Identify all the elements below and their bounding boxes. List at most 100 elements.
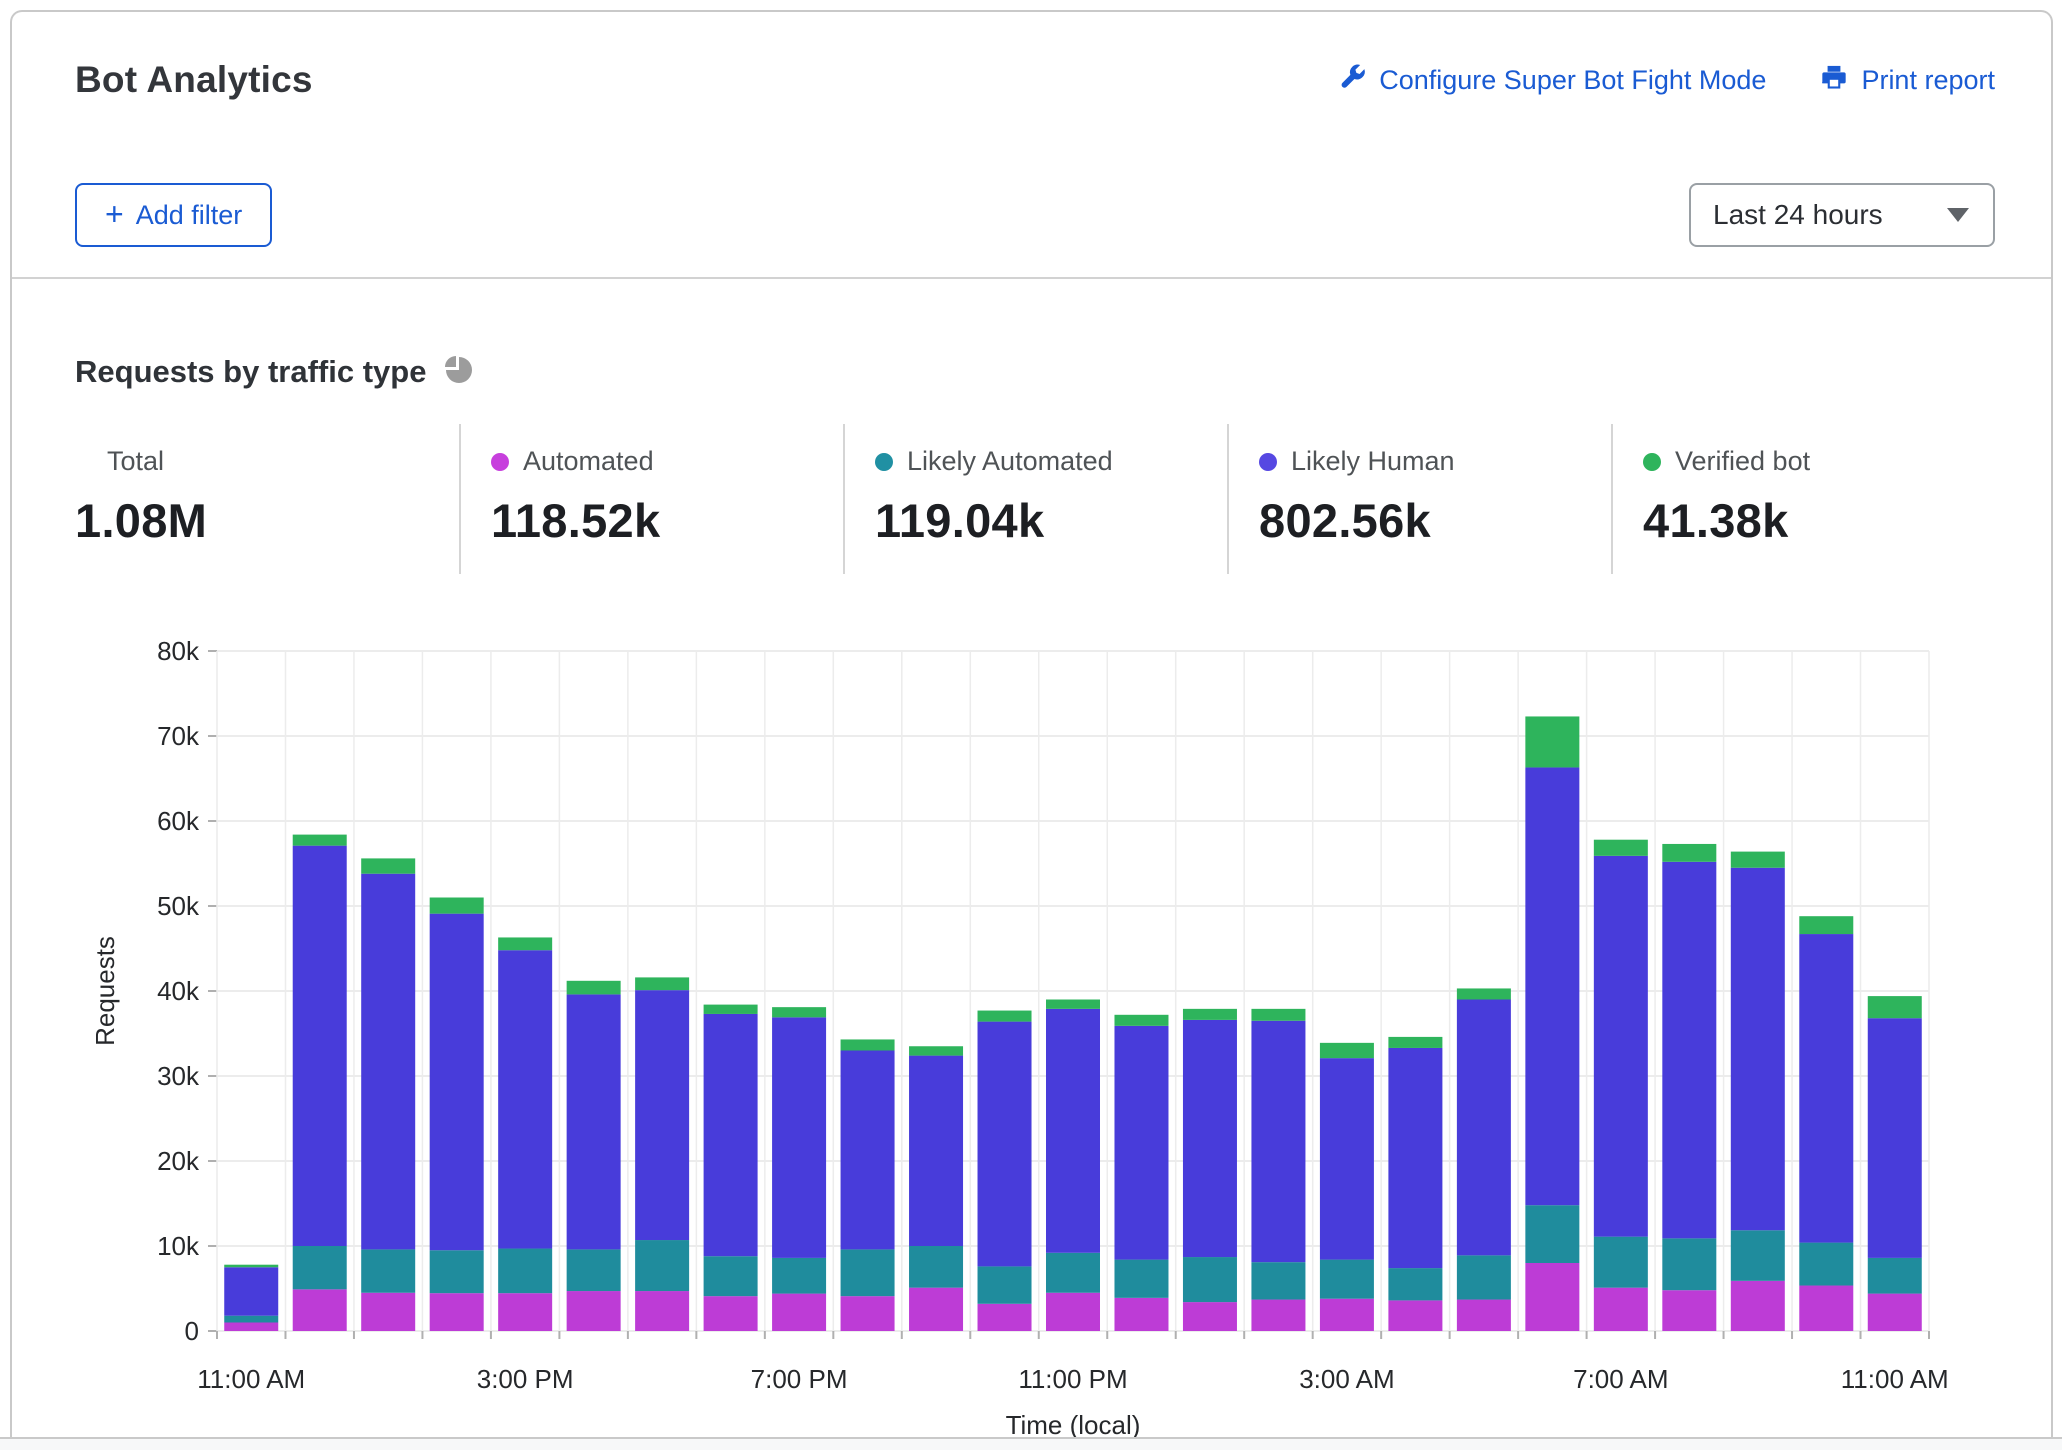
bar-segment-likely-automated[interactable] — [841, 1249, 895, 1296]
bar-segment-verified-bot[interactable] — [1183, 1009, 1237, 1020]
bar-segment-likely-human[interactable] — [909, 1056, 963, 1246]
bar-segment-likely-human[interactable] — [841, 1051, 895, 1250]
time-range-select[interactable]: Last 24 hours — [1689, 183, 1995, 247]
print-report-link[interactable]: Print report — [1820, 63, 1995, 98]
stat-likely-human[interactable]: Likely Human 802.56k — [1227, 424, 1611, 574]
bar-segment-automated[interactable] — [909, 1288, 963, 1331]
bar-segment-automated[interactable] — [1594, 1288, 1648, 1331]
bar-segment-likely-automated[interactable] — [1046, 1253, 1100, 1293]
bar-segment-likely-automated[interactable] — [635, 1240, 689, 1291]
bar-segment-likely-automated[interactable] — [909, 1246, 963, 1288]
bar-segment-likely-human[interactable] — [1525, 767, 1579, 1205]
bar-segment-verified-bot[interactable] — [841, 1039, 895, 1050]
bar-segment-likely-human[interactable] — [1457, 1000, 1511, 1256]
bar-segment-automated[interactable] — [361, 1293, 415, 1331]
bar-segment-automated[interactable] — [224, 1323, 278, 1332]
bar-segment-verified-bot[interactable] — [1868, 996, 1922, 1018]
bar-segment-automated[interactable] — [635, 1291, 689, 1331]
bar-segment-verified-bot[interactable] — [1662, 844, 1716, 862]
bar-segment-likely-automated[interactable] — [498, 1249, 552, 1294]
stat-automated[interactable]: Automated 118.52k — [459, 424, 843, 574]
bar-segment-likely-automated[interactable] — [704, 1256, 758, 1296]
bar-segment-likely-automated[interactable] — [1731, 1230, 1785, 1281]
bar-segment-likely-automated[interactable] — [1525, 1205, 1579, 1263]
bar-segment-automated[interactable] — [567, 1291, 621, 1331]
bar-segment-automated[interactable] — [430, 1293, 484, 1331]
bar-segment-verified-bot[interactable] — [498, 937, 552, 950]
bar-segment-likely-automated[interactable] — [1388, 1268, 1442, 1300]
bar-segment-verified-bot[interactable] — [772, 1007, 826, 1017]
bar-segment-likely-human[interactable] — [978, 1022, 1032, 1267]
bar-segment-likely-automated[interactable] — [361, 1249, 415, 1292]
bar-segment-automated[interactable] — [1868, 1294, 1922, 1331]
bar-segment-verified-bot[interactable] — [704, 1005, 758, 1014]
bar-segment-verified-bot[interactable] — [1046, 1000, 1100, 1009]
bar-segment-automated[interactable] — [498, 1293, 552, 1331]
bar-segment-likely-human[interactable] — [361, 874, 415, 1250]
bar-segment-likely-automated[interactable] — [978, 1266, 1032, 1303]
bar-segment-verified-bot[interactable] — [567, 981, 621, 995]
bar-segment-likely-automated[interactable] — [1251, 1262, 1305, 1299]
bar-segment-likely-human[interactable] — [1320, 1058, 1374, 1259]
bar-segment-likely-automated[interactable] — [772, 1258, 826, 1294]
bar-segment-likely-human[interactable] — [772, 1017, 826, 1258]
bar-segment-likely-human[interactable] — [1594, 856, 1648, 1237]
bar-segment-automated[interactable] — [1388, 1300, 1442, 1331]
bar-segment-likely-automated[interactable] — [1457, 1255, 1511, 1299]
bar-segment-automated[interactable] — [1251, 1300, 1305, 1331]
bar-segment-automated[interactable] — [1114, 1298, 1168, 1331]
bar-segment-verified-bot[interactable] — [909, 1046, 963, 1055]
bar-segment-verified-bot[interactable] — [978, 1011, 1032, 1022]
bar-segment-likely-automated[interactable] — [1868, 1258, 1922, 1294]
bar-segment-verified-bot[interactable] — [1594, 840, 1648, 856]
bar-segment-likely-automated[interactable] — [567, 1249, 621, 1291]
bar-segment-likely-human[interactable] — [1114, 1026, 1168, 1260]
bar-segment-verified-bot[interactable] — [1525, 716, 1579, 767]
bar-segment-likely-human[interactable] — [430, 914, 484, 1251]
bar-segment-likely-human[interactable] — [1662, 862, 1716, 1239]
bar-segment-likely-human[interactable] — [1046, 1009, 1100, 1253]
bar-segment-verified-bot[interactable] — [635, 977, 689, 990]
bar-segment-likely-automated[interactable] — [1183, 1257, 1237, 1302]
bar-segment-likely-human[interactable] — [635, 990, 689, 1240]
bar-segment-likely-human[interactable] — [1183, 1020, 1237, 1257]
bar-segment-likely-automated[interactable] — [1114, 1260, 1168, 1298]
stat-verified-bot[interactable]: Verified bot 41.38k — [1611, 424, 1995, 574]
bar-segment-likely-human[interactable] — [1388, 1048, 1442, 1268]
bar-segment-verified-bot[interactable] — [1457, 988, 1511, 999]
bar-segment-automated[interactable] — [704, 1296, 758, 1331]
bar-segment-verified-bot[interactable] — [1320, 1043, 1374, 1058]
stat-likely-automated[interactable]: Likely Automated 119.04k — [843, 424, 1227, 574]
bar-segment-automated[interactable] — [1183, 1302, 1237, 1331]
bar-segment-verified-bot[interactable] — [361, 858, 415, 873]
bar-segment-verified-bot[interactable] — [1251, 1009, 1305, 1021]
bar-segment-likely-automated[interactable] — [1594, 1237, 1648, 1288]
bar-segment-likely-automated[interactable] — [1799, 1243, 1853, 1286]
bar-segment-likely-human[interactable] — [1251, 1021, 1305, 1262]
bar-segment-likely-human[interactable] — [293, 846, 347, 1246]
bar-segment-automated[interactable] — [978, 1304, 1032, 1331]
add-filter-button[interactable]: + Add filter — [75, 183, 272, 247]
bar-segment-verified-bot[interactable] — [224, 1265, 278, 1268]
bar-segment-automated[interactable] — [1320, 1299, 1374, 1331]
bar-segment-likely-human[interactable] — [1731, 868, 1785, 1231]
bar-segment-automated[interactable] — [1731, 1281, 1785, 1331]
bar-segment-likely-human[interactable] — [1799, 934, 1853, 1243]
bar-segment-automated[interactable] — [293, 1289, 347, 1331]
bar-segment-verified-bot[interactable] — [293, 835, 347, 846]
bar-segment-likely-automated[interactable] — [224, 1316, 278, 1323]
bar-segment-automated[interactable] — [1525, 1263, 1579, 1331]
bar-segment-likely-human[interactable] — [1868, 1018, 1922, 1258]
bar-segment-automated[interactable] — [1046, 1293, 1100, 1331]
bar-segment-automated[interactable] — [1799, 1286, 1853, 1331]
bar-segment-automated[interactable] — [772, 1294, 826, 1331]
bar-segment-verified-bot[interactable] — [1799, 916, 1853, 934]
bar-segment-likely-automated[interactable] — [293, 1246, 347, 1289]
bar-segment-verified-bot[interactable] — [1731, 852, 1785, 868]
configure-super-bot-fight-mode-link[interactable]: Configure Super Bot Fight Mode — [1338, 63, 1766, 98]
bar-segment-likely-automated[interactable] — [1662, 1238, 1716, 1290]
bar-segment-verified-bot[interactable] — [1388, 1037, 1442, 1048]
bar-segment-automated[interactable] — [1662, 1290, 1716, 1331]
bar-segment-likely-automated[interactable] — [430, 1250, 484, 1293]
bar-segment-likely-human[interactable] — [567, 994, 621, 1249]
